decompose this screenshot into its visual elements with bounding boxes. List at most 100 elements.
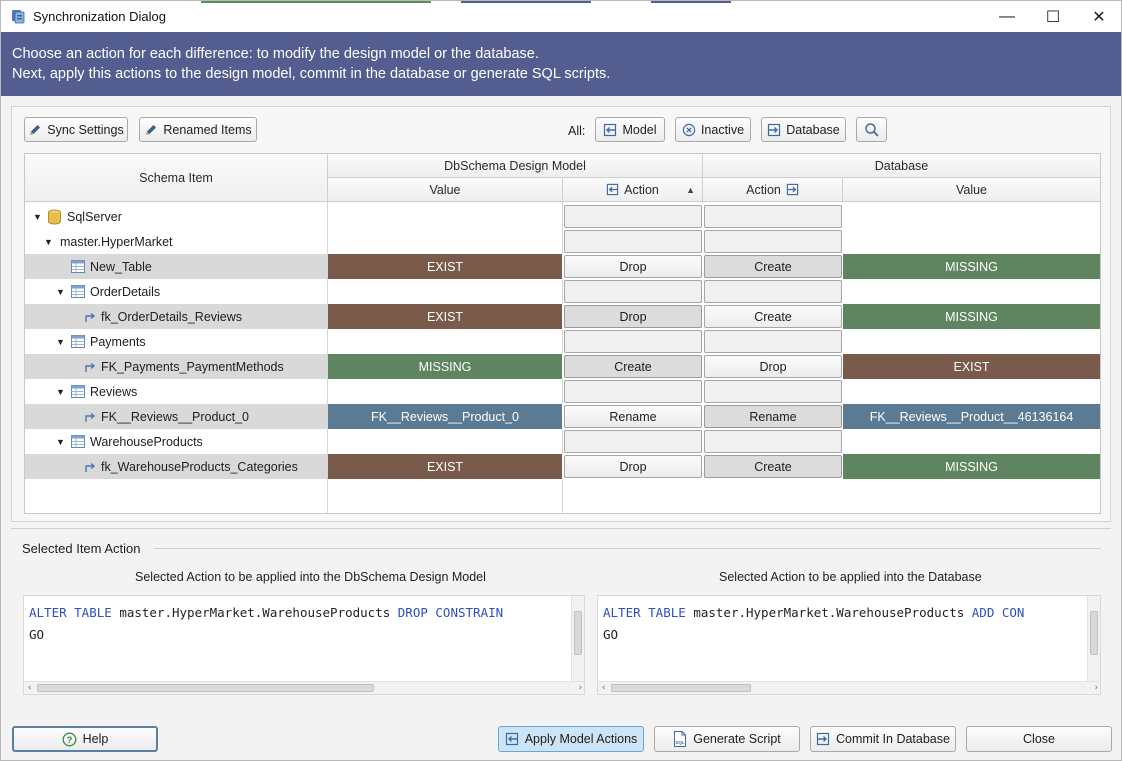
db-action-cell[interactable] [704, 205, 842, 228]
close-window-button[interactable]: ✕ [1076, 1, 1122, 32]
sync-settings-button[interactable]: Sync Settings [24, 117, 128, 142]
sql-file-icon: SQL [674, 731, 687, 747]
all-label: All: [568, 124, 586, 138]
tree-item-label: FK_Payments_PaymentMethods [101, 359, 284, 374]
tree-row[interactable]: ▼ OrderDetails [25, 279, 1100, 304]
db-action-cell[interactable] [704, 380, 842, 403]
horizontal-scrollbar[interactable]: ‹ › [598, 681, 1100, 694]
apply-model-actions-button[interactable]: Apply Model Actions [498, 726, 644, 752]
maximize-icon: ☐ [1045, 8, 1061, 26]
db-action-cell[interactable]: Drop [704, 355, 842, 378]
model-action-cell[interactable]: Drop [564, 255, 702, 278]
db-action-cell[interactable]: Create [704, 305, 842, 328]
model-action-cell[interactable] [564, 380, 702, 403]
foreign-key-icon [84, 311, 96, 323]
table-icon [71, 285, 85, 298]
all-database-button[interactable]: Database [761, 117, 846, 142]
model-action-cell[interactable] [564, 230, 702, 253]
model-action-cell[interactable] [564, 330, 702, 353]
db-action-cell[interactable]: Rename [704, 405, 842, 428]
table-icon [71, 435, 85, 448]
title-bar: Synchronization Dialog — ☐ ✕ [1, 1, 1121, 32]
commit-in-database-label: Commit In Database [836, 732, 950, 746]
tree-item-label: OrderDetails [90, 284, 161, 299]
horizontal-scrollbar[interactable]: ‹ › [24, 681, 584, 694]
table-icon [71, 335, 85, 348]
search-icon [864, 122, 879, 137]
close-button[interactable]: Close [966, 726, 1112, 752]
db-action-cell[interactable] [704, 230, 842, 253]
svg-text:SQL: SQL [676, 740, 686, 745]
db-action-cell[interactable] [704, 280, 842, 303]
renamed-items-button[interactable]: Renamed Items [139, 117, 257, 142]
header-model-action[interactable]: Action ▲ [563, 178, 703, 202]
scroll-thumb[interactable] [611, 684, 751, 692]
database-icon [47, 209, 62, 225]
tree-row[interactable]: FK__Reviews__Product_0 FK__Reviews__Prod… [25, 404, 1100, 429]
maximize-button[interactable]: ☐ [1030, 1, 1076, 32]
sql-keyword: DROP CONSTRAIN [397, 605, 504, 620]
sort-ascending-icon: ▲ [686, 184, 695, 195]
model-action-caption: Selected Action to be applied into the D… [135, 570, 486, 584]
header-db-action[interactable]: Action [703, 178, 843, 202]
minimize-button[interactable]: — [984, 1, 1030, 32]
scroll-thumb[interactable] [1090, 611, 1098, 655]
header-design-model: DbSchema Design Model [328, 154, 703, 178]
sql-keyword: ALTER TABLE [603, 605, 686, 620]
header-model-value[interactable]: Value [328, 178, 563, 202]
tree-row[interactable]: ▼ SqlServer [25, 204, 1100, 229]
all-model-button[interactable]: Model [595, 117, 665, 142]
expand-triangle-icon[interactable]: ▼ [56, 387, 66, 397]
db-action-cell[interactable] [704, 430, 842, 453]
tree-row[interactable]: ▼ WarehouseProducts [25, 429, 1100, 454]
tree-row[interactable]: ▼ Reviews [25, 379, 1100, 404]
commit-in-database-button[interactable]: Commit In Database [810, 726, 956, 752]
vertical-scrollbar[interactable] [571, 596, 584, 682]
model-sql-editor[interactable]: ALTER TABLE master.HyperMarket.Warehouse… [23, 595, 585, 695]
expand-triangle-icon[interactable]: ▼ [56, 437, 66, 447]
tree-row[interactable]: ▼ Payments [25, 329, 1100, 354]
expand-triangle-icon[interactable]: ▼ [33, 212, 43, 222]
header-db-value-label: Value [955, 182, 988, 197]
model-action-cell[interactable]: Rename [564, 405, 702, 428]
tree-row[interactable]: ▼ master.HyperMarket [25, 229, 1100, 254]
model-value-cell: EXIST [328, 454, 563, 479]
sync-panel: Sync Settings Renamed Items All: Model I… [11, 106, 1111, 522]
db-action-cell[interactable]: Create [704, 455, 842, 478]
tree-row[interactable]: fk_OrderDetails_Reviews EXIST Drop Creat… [25, 304, 1100, 329]
model-action-cell[interactable]: Drop [564, 305, 702, 328]
search-button[interactable] [856, 117, 887, 142]
sync-tree-table: Schema Item DbSchema Design Model Databa… [24, 153, 1101, 514]
tree-item-label: Payments [90, 334, 146, 349]
db-value-cell: FK__Reviews__Product__46136164 [843, 404, 1100, 429]
expand-triangle-icon[interactable]: ▼ [56, 287, 66, 297]
scroll-thumb[interactable] [37, 684, 374, 692]
vertical-scrollbar[interactable] [1087, 596, 1100, 682]
model-action-cell[interactable]: Drop [564, 455, 702, 478]
header-schema-item[interactable]: Schema Item [25, 154, 328, 202]
expand-triangle-icon[interactable]: ▼ [56, 337, 66, 347]
all-inactive-button[interactable]: Inactive [675, 117, 751, 142]
tree-row[interactable]: fk_WarehouseProducts_Categories EXIST Dr… [25, 454, 1100, 479]
expand-triangle-icon[interactable]: ▼ [44, 237, 54, 247]
db-action-cell[interactable]: Create [704, 255, 842, 278]
header-model-value-label: Value [429, 182, 461, 197]
tree-row[interactable]: FK_Payments_PaymentMethods MISSING Creat… [25, 354, 1100, 379]
model-action-cell[interactable] [564, 205, 702, 228]
db-sql-editor[interactable]: ALTER TABLE master.HyperMarket.Warehouse… [597, 595, 1101, 695]
header-schema-item-label: Schema Item [139, 170, 213, 185]
model-action-cell[interactable] [564, 280, 702, 303]
tree-item-label: SqlServer [67, 209, 122, 224]
header-db-action-label: Action [746, 182, 781, 197]
tree-row[interactable]: New_Table EXIST Drop Create MISSING [25, 254, 1100, 279]
header-db-value[interactable]: Value [843, 178, 1100, 202]
model-action-cell[interactable]: Create [564, 355, 702, 378]
window-title: Synchronization Dialog [33, 9, 166, 24]
help-button[interactable]: ? Help [12, 726, 158, 752]
model-action-cell[interactable] [564, 430, 702, 453]
generate-script-button[interactable]: SQL Generate Script [654, 726, 800, 752]
scroll-thumb[interactable] [574, 611, 582, 655]
tree-item-label: WarehouseProducts [90, 434, 203, 449]
db-value-cell: MISSING [843, 454, 1100, 479]
db-action-cell[interactable] [704, 330, 842, 353]
